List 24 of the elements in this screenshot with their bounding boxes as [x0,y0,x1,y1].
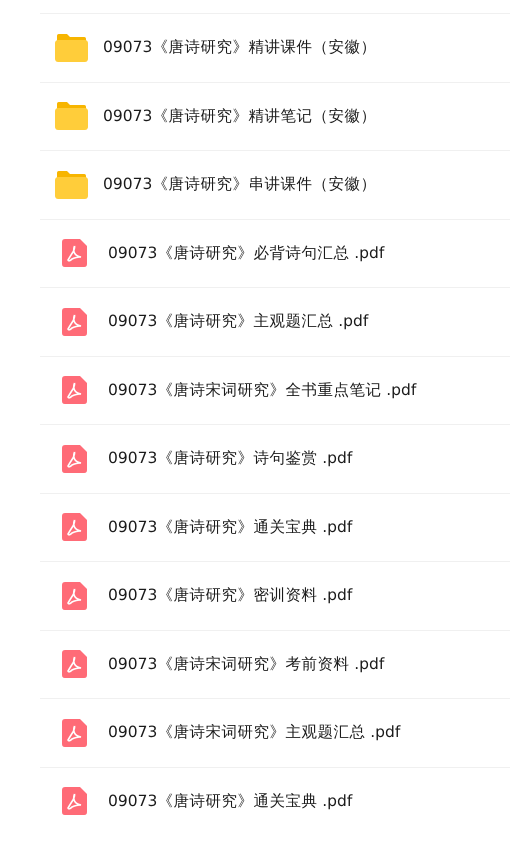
pdf-file-icon [62,444,86,473]
pdf-file-icon [62,513,86,542]
file-name[interactable]: 09073《唐诗研究》主观题汇总 .pdf [108,311,368,332]
folder-icon [55,170,88,199]
pdf-file-icon [62,718,86,747]
pdf-file-icon [62,376,86,404]
pdf-file-icon [62,787,86,816]
file-name[interactable]: 09073《唐诗研究》精讲课件（安徽） [103,37,376,58]
file-name[interactable]: 09073《唐诗研究》通关宝典 .pdf [108,790,352,812]
folder-icon [55,34,88,62]
file-name[interactable]: 09073《唐诗宋词研究》考前资料 .pdf [108,654,384,675]
file-name[interactable]: 09073《唐诗研究》必背诗句汇总 .pdf [108,242,384,264]
pdf-file-icon [62,650,86,678]
pdf-file-icon [62,239,86,268]
file-name[interactable]: 09073《唐诗宋词研究》主观题汇总 .pdf [108,722,400,744]
pdf-file-icon [62,582,86,610]
file-name[interactable]: 09073《唐诗研究》密训资料 .pdf [108,585,352,606]
file-name[interactable]: 09073《唐诗宋词研究》全书重点笔记 .pdf [108,380,416,401]
file-name[interactable]: 09073《唐诗研究》通关宝典 .pdf [108,516,352,538]
file-name[interactable]: 09073《唐诗研究》精讲笔记（安徽） [103,106,376,127]
file-name[interactable]: 09073《唐诗研究》诗句鉴赏 .pdf [108,448,352,470]
pdf-file-icon [62,308,86,336]
folder-icon [55,102,88,130]
file-name[interactable]: 09073《唐诗研究》串讲课件（安徽） [103,174,376,196]
